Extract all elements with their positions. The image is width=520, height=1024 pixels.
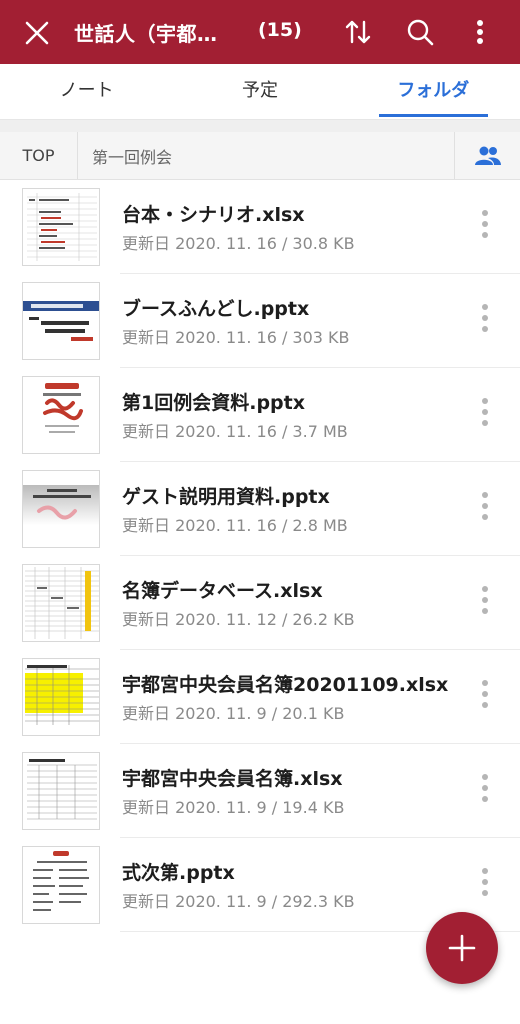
page-title: 世話人（宇都…: [74, 22, 218, 46]
file-name: 宇都宮中央会員名簿.xlsx: [122, 768, 343, 790]
tab-bar: ノート 予定 フォルダ: [0, 64, 520, 120]
file-thumbnail: [22, 564, 100, 642]
more-vertical-icon[interactable]: [462, 14, 498, 50]
breadcrumb-top[interactable]: TOP: [0, 132, 78, 179]
members-icon: [474, 146, 501, 165]
member-count: (15): [258, 19, 302, 41]
file-meta: 更新日 2020. 11. 9 / 19.4 KB: [122, 798, 345, 817]
file-more-icon[interactable]: [480, 586, 490, 620]
close-icon[interactable]: [20, 16, 54, 50]
app-header: 世話人（宇都… (15): [0, 0, 520, 64]
file-row[interactable]: 第1回例会資料.pptx 更新日 2020. 11. 16 / 3.7 MB: [0, 368, 520, 462]
file-thumbnail: [22, 376, 100, 454]
file-more-icon[interactable]: [480, 210, 490, 244]
breadcrumb-current-folder: 第一回例会: [92, 147, 173, 167]
section-gap: [0, 120, 520, 132]
file-name: ブースふんどし.pptx: [122, 298, 310, 320]
file-row[interactable]: 宇都宮中央会員名簿.xlsx 更新日 2020. 11. 9 / 19.4 KB: [0, 744, 520, 838]
file-thumbnail: [22, 846, 100, 924]
file-meta: 更新日 2020. 11. 12 / 26.2 KB: [122, 610, 355, 629]
file-more-icon[interactable]: [480, 774, 490, 808]
file-row[interactable]: 名簿データベース.xlsx 更新日 2020. 11. 12 / 26.2 KB: [0, 556, 520, 650]
tab-folder[interactable]: フォルダ: [347, 64, 520, 119]
file-row[interactable]: ゲスト説明用資料.pptx 更新日 2020. 11. 16 / 2.8 MB: [0, 462, 520, 556]
file-meta: 更新日 2020. 11. 9 / 292.3 KB: [122, 892, 355, 911]
file-thumbnail: [22, 188, 100, 266]
file-name: 第1回例会資料.pptx: [122, 392, 305, 414]
file-row[interactable]: 台本・シナリオ.xlsx 更新日 2020. 11. 16 / 30.8 KB: [0, 180, 520, 274]
tab-schedule[interactable]: 予定: [173, 64, 346, 119]
file-meta: 更新日 2020. 11. 16 / 2.8 MB: [122, 516, 348, 535]
file-thumbnail: [22, 282, 100, 360]
search-icon[interactable]: [402, 14, 438, 50]
breadcrumb: TOP 第一回例会: [0, 132, 520, 180]
file-more-icon[interactable]: [480, 680, 490, 714]
file-thumbnail: [22, 752, 100, 830]
file-more-icon[interactable]: [480, 398, 490, 432]
file-meta: 更新日 2020. 11. 16 / 303 KB: [122, 328, 350, 347]
file-name: 式次第.pptx: [122, 862, 235, 884]
file-more-icon[interactable]: [480, 868, 490, 902]
file-meta: 更新日 2020. 11. 16 / 3.7 MB: [122, 422, 348, 441]
file-name: ゲスト説明用資料.pptx: [122, 486, 330, 508]
file-more-icon[interactable]: [480, 492, 490, 526]
file-name: 名簿データベース.xlsx: [122, 580, 323, 602]
file-thumbnail: [22, 658, 100, 736]
file-row[interactable]: ブースふんどし.pptx 更新日 2020. 11. 16 / 303 KB: [0, 274, 520, 368]
sort-icon[interactable]: [340, 14, 376, 50]
file-list: 台本・シナリオ.xlsx 更新日 2020. 11. 16 / 30.8 KB …: [0, 180, 520, 932]
file-row[interactable]: 宇都宮中央会員名簿20201109.xlsx 更新日 2020. 11. 9 /…: [0, 650, 520, 744]
file-name: 台本・シナリオ.xlsx: [122, 204, 305, 226]
file-name: 宇都宮中央会員名簿20201109.xlsx: [122, 674, 449, 696]
tab-notes[interactable]: ノート: [0, 64, 173, 119]
add-button[interactable]: [426, 912, 498, 984]
plus-icon: [448, 934, 476, 962]
file-meta: 更新日 2020. 11. 9 / 20.1 KB: [122, 704, 345, 723]
file-thumbnail: [22, 470, 100, 548]
file-meta: 更新日 2020. 11. 16 / 30.8 KB: [122, 234, 355, 253]
file-more-icon[interactable]: [480, 304, 490, 338]
members-button[interactable]: [454, 132, 520, 179]
